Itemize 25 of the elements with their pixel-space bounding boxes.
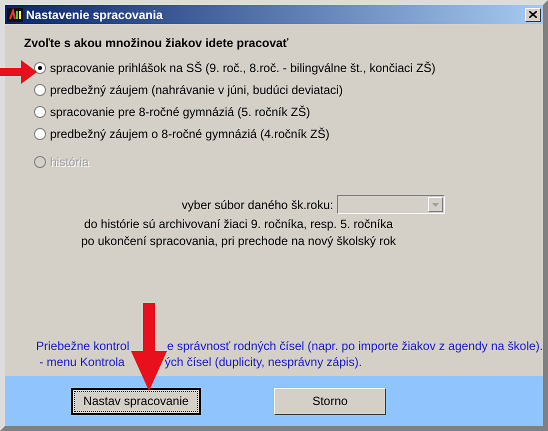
caret-icon [432, 202, 440, 206]
window-title: Nastavenie spracovania [26, 8, 164, 22]
history-note: do histórie sú archivovaní žiaci 9. ročníka, resp. 5. ročníka [84, 217, 393, 231]
radio-button[interactable] [34, 84, 46, 96]
radio-button[interactable] [34, 128, 46, 140]
radio-button[interactable] [34, 62, 46, 74]
dialog-button[interactable]: Storno [274, 388, 386, 414]
radio-button[interactable] [34, 106, 46, 118]
year-dropdown[interactable] [337, 195, 446, 214]
file-label: vyber súbor daného šk.roku: [182, 198, 334, 212]
radio-option[interactable]: spracovanie prihlášok na SŠ (9. roč., 8.roč. - bilingválne št., končiaci ZŠ) [34, 60, 436, 75]
dialog-button[interactable]: Nastav spracovanie [71, 388, 201, 414]
close-icon [529, 11, 537, 18]
radio-option[interactable]: predbežný záujem o 8-ročné gymnáziá (4.ročník ZŠ) [34, 126, 330, 141]
info-text: Priebežne kontrol [36, 339, 130, 353]
history-note: po ukončení spracovania, pri prechode na nový školský rok [81, 234, 396, 248]
radio-option[interactable]: predbežný záujem (nahrávanie v júni, budúci deviataci) [34, 82, 343, 97]
heading: Zvoľte s akou množinou žiakov idete pracovať [24, 36, 290, 50]
info-text: - menu Kontrola [38, 355, 125, 369]
radio-option[interactable]: spracovanie pre 8-ročné gymnáziá (5. ročník ZŠ) [34, 104, 310, 119]
arrow-annotation [0, 60, 37, 84]
info-text: ých čísel (duplicity, nesprávny zápis). [164, 355, 362, 369]
close-button[interactable] [525, 8, 541, 22]
app-icon [7, 8, 23, 22]
info-text: e správnosť rodných čísel (napr. po importe žiakov z agendy na škole). [166, 339, 543, 353]
